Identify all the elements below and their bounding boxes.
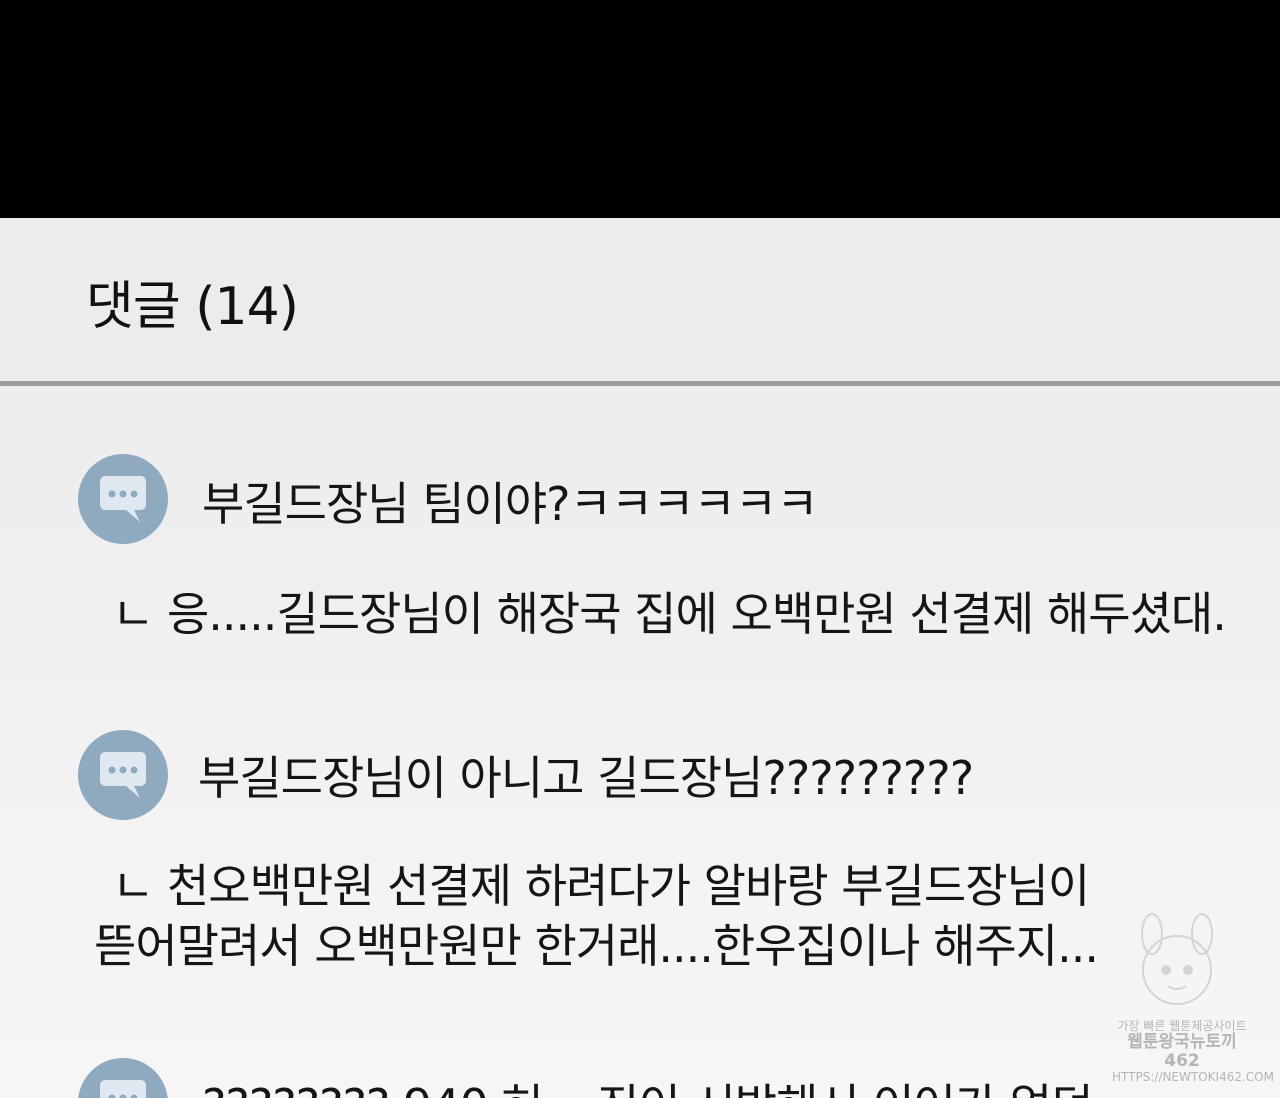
comment-text: ???????? 940 허... 진이 서방해서 이어가 없던 [202, 1070, 1094, 1098]
reply-text: 뜯어말려서 오백만원만 한거래....한우집이나 해주지... [94, 919, 1099, 973]
comments-panel: 댓글 (14) 부길드장님 팀이야?ㅋㅋㅋㅋㅋㅋ ㄴ 응.....길드장님이 해… [0, 218, 1280, 1098]
watermark-line: 웹툰왕국뉴토끼462 [1127, 1032, 1237, 1071]
watermark-mascot-icon [1141, 913, 1213, 1005]
watermark: 가장 빠른 웹툰제공사이트 웹툰왕국뉴토끼462 HTTPS://NEWTOKI… [1112, 1019, 1274, 1084]
top-black-bar [0, 0, 1280, 218]
comments-title: 댓글 (14) [86, 277, 299, 337]
reply-text: ㄴ 천오백만원 선결제 하려다가 알바랑 부길드장님이 [112, 859, 1090, 913]
watermark-line: HTTPS://NEWTOKI462.COM [1112, 1069, 1274, 1084]
chat-bubble-icon [78, 1058, 168, 1098]
comment-text: 부길드장님 팀이야?ㅋㅋㅋㅋㅋㅋ [202, 477, 819, 531]
chat-bubble-icon [78, 454, 168, 544]
chat-bubble-icon [78, 730, 168, 820]
comment-text: 부길드장님이 아니고 길드장님????????? [198, 751, 974, 805]
reply-text: ㄴ 응.....길드장님이 해장국 집에 오백만원 선결제 해두셨대. [112, 587, 1227, 641]
comments-header: 댓글 (14) [0, 218, 1280, 381]
header-divider [0, 381, 1280, 386]
